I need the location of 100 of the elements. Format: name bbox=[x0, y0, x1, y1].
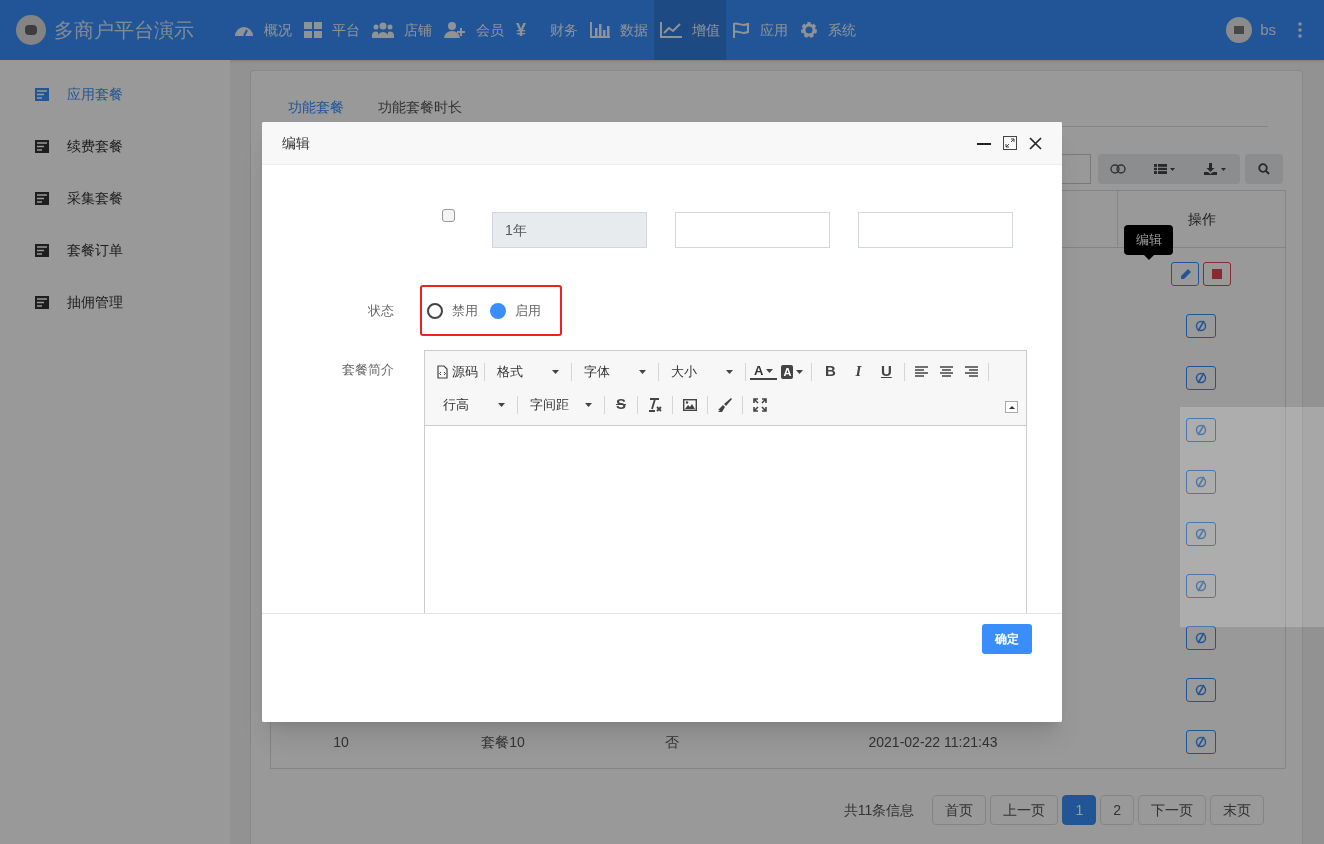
cycle-icon bbox=[1195, 632, 1207, 644]
text-color-button[interactable]: A bbox=[750, 363, 778, 380]
bar-chart-icon bbox=[590, 22, 610, 38]
field-label: 状态 bbox=[367, 301, 394, 320]
align-center-icon[interactable] bbox=[940, 364, 954, 379]
cycle-icon bbox=[1195, 372, 1207, 384]
input-field[interactable] bbox=[858, 212, 1013, 248]
sidebar-item[interactable]: 采集套餐 bbox=[0, 188, 230, 209]
settings-icon bbox=[800, 21, 818, 39]
table-cell-text: 套餐10 bbox=[481, 732, 525, 752]
confirm-button[interactable]: 确定 bbox=[982, 624, 1032, 654]
cycle-icon bbox=[1195, 320, 1207, 332]
input-field[interactable] bbox=[675, 212, 830, 248]
cycle-icon bbox=[1195, 684, 1207, 696]
record-count: 共11条信息 bbox=[843, 800, 915, 820]
avatar[interactable] bbox=[1226, 17, 1253, 43]
background-color-button[interactable]: A bbox=[777, 364, 808, 379]
grid-icon bbox=[304, 22, 322, 38]
cycle-icon bbox=[1195, 736, 1207, 748]
more-icon[interactable] bbox=[1298, 22, 1302, 38]
fullscreen-icon[interactable] bbox=[753, 397, 767, 412]
search-button[interactable] bbox=[1245, 154, 1283, 184]
download-dropdown-icon[interactable] bbox=[1204, 163, 1228, 175]
image-icon[interactable] bbox=[683, 397, 697, 412]
caret-icon bbox=[639, 369, 646, 374]
table-cell-text: 否 bbox=[665, 732, 679, 752]
align-left-icon[interactable] bbox=[915, 364, 929, 379]
caret-icon bbox=[766, 368, 774, 373]
dropdown[interactable]: 行高 bbox=[435, 394, 513, 415]
sidebar-item[interactable]: 续费套餐 bbox=[0, 136, 230, 157]
bold-button[interactable]: B bbox=[816, 360, 845, 383]
align-right-icon[interactable] bbox=[965, 364, 979, 379]
toggle-button[interactable] bbox=[1186, 730, 1216, 754]
table-cell-text: 2021-02-22 11:21:43 bbox=[868, 732, 998, 752]
radio-option[interactable]: 启用 bbox=[490, 300, 541, 321]
period-checkbox[interactable] bbox=[442, 209, 455, 222]
dropdown[interactable]: 字间距 bbox=[522, 394, 600, 415]
dropdown[interactable]: 格式 bbox=[489, 361, 567, 382]
radio-button[interactable] bbox=[427, 302, 443, 319]
brush-icon[interactable] bbox=[718, 397, 732, 412]
flag-icon bbox=[732, 22, 750, 38]
caret-icon bbox=[585, 402, 592, 407]
column-header: 操作 bbox=[1187, 209, 1216, 229]
user-plus-icon bbox=[444, 22, 466, 38]
maximize-icon[interactable] bbox=[1003, 136, 1017, 150]
document-icon bbox=[35, 244, 49, 257]
dropdown[interactable]: 大小 bbox=[663, 361, 741, 382]
caret-icon bbox=[796, 369, 804, 374]
dialog-title: 编辑 bbox=[282, 133, 310, 153]
underline-button[interactable]: U bbox=[872, 360, 901, 383]
table-cell-text: 10 bbox=[333, 732, 349, 752]
toggle-button[interactable] bbox=[1186, 314, 1216, 338]
page-button[interactable]: 上一页 bbox=[990, 795, 1059, 825]
stop-button[interactable] bbox=[1203, 262, 1231, 286]
page-button[interactable]: 末页 bbox=[1210, 795, 1264, 825]
close-icon[interactable] bbox=[1029, 136, 1042, 150]
strikethrough-button[interactable]: S bbox=[609, 393, 633, 416]
stop-icon bbox=[1212, 269, 1222, 279]
caret-icon bbox=[552, 369, 559, 374]
line-chart-icon bbox=[660, 22, 682, 38]
cycle-icon bbox=[1195, 424, 1207, 436]
page-button[interactable]: 2 bbox=[1100, 795, 1134, 825]
code-file-icon bbox=[437, 364, 448, 379]
dropdown[interactable]: 字体 bbox=[576, 361, 654, 382]
source-button[interactable]: 源码 bbox=[435, 361, 480, 382]
toggle-button[interactable] bbox=[1186, 366, 1216, 390]
caret-icon bbox=[726, 369, 733, 374]
tab[interactable]: 功能套餐时长 bbox=[378, 97, 462, 126]
collapse-toolbar-button[interactable] bbox=[1005, 401, 1018, 413]
edit-button[interactable] bbox=[1171, 262, 1199, 286]
search-icon bbox=[1258, 163, 1270, 175]
logo-icon bbox=[16, 15, 46, 45]
page-button[interactable]: 首页 bbox=[932, 795, 987, 825]
brand-title: 多商户平台演示 bbox=[54, 18, 194, 43]
toggle-button[interactable] bbox=[1186, 626, 1216, 650]
users-icon bbox=[372, 22, 394, 38]
document-icon bbox=[35, 88, 49, 101]
tooltip-arrow bbox=[1144, 255, 1154, 260]
sidebar-item[interactable]: 套餐订单 bbox=[0, 240, 230, 261]
list-dropdown-icon[interactable] bbox=[1154, 164, 1176, 174]
radio-option[interactable]: 禁用 bbox=[427, 300, 478, 321]
pencil-icon bbox=[1179, 268, 1191, 280]
document-icon bbox=[35, 192, 49, 205]
toggle-button[interactable] bbox=[1186, 522, 1216, 546]
document-icon bbox=[35, 140, 49, 153]
columns-toggle-icon[interactable] bbox=[1110, 164, 1126, 174]
toggle-button[interactable] bbox=[1186, 678, 1216, 702]
radio-button[interactable] bbox=[490, 302, 506, 319]
toggle-button[interactable] bbox=[1186, 470, 1216, 494]
toggle-button[interactable] bbox=[1186, 418, 1216, 442]
caret-icon bbox=[498, 402, 505, 407]
sidebar-item[interactable]: 抽佣管理 bbox=[0, 292, 230, 313]
document-icon bbox=[35, 296, 49, 309]
italic-button[interactable]: I bbox=[844, 360, 873, 383]
page-button[interactable]: 下一页 bbox=[1138, 795, 1206, 825]
clear-format-icon[interactable] bbox=[648, 397, 662, 412]
cycle-icon bbox=[1195, 580, 1207, 592]
cycle-icon bbox=[1195, 528, 1207, 540]
toggle-button[interactable] bbox=[1186, 574, 1216, 598]
field-label: 套餐简介 bbox=[341, 361, 394, 379]
